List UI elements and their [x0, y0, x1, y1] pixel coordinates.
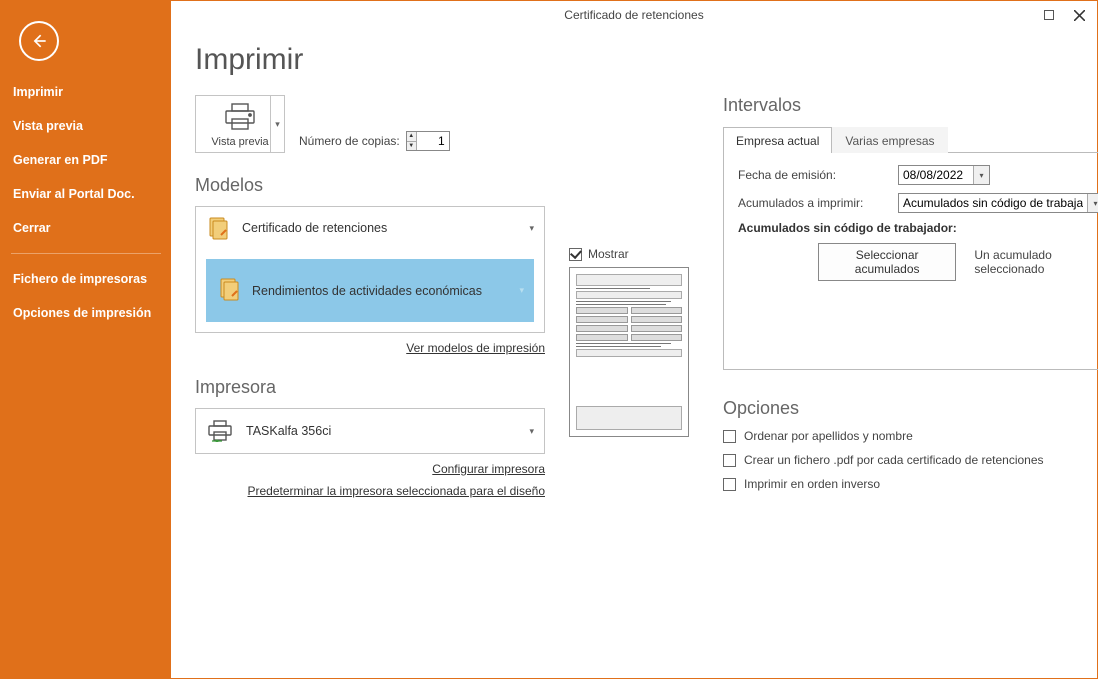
pdf-label: Crear un fichero .pdf por cada certifica…	[744, 453, 1044, 467]
emission-date-input[interactable]: ▾	[898, 165, 990, 185]
left-column: Imprimir Vista previa ▾ Núm	[195, 29, 545, 668]
model-subitem-label: Rendimientos de actividades económicas	[252, 284, 482, 298]
tab-empresa-actual[interactable]: Empresa actual	[723, 127, 832, 153]
pdf-checkbox[interactable]	[723, 454, 736, 467]
document-icon	[206, 215, 232, 241]
accumulated-print-row: Acumulados a imprimir: ▾	[738, 193, 1098, 213]
sidebar: Imprimir Vista previa Generar en PDF Env…	[1, 1, 171, 678]
models-heading: Modelos	[195, 175, 545, 196]
middle-column: Mostrar	[569, 29, 699, 668]
sidebar-item-cerrar[interactable]: Cerrar	[1, 211, 171, 245]
vista-previa-label: Vista previa	[211, 136, 268, 148]
model-item-label: Certificado de retenciones	[242, 221, 387, 235]
accumulated-bold-label: Acumulados sin código de trabajador:	[738, 221, 1098, 235]
select-accumulated-button[interactable]: Seleccionar acumulados	[818, 243, 956, 281]
accumulated-print-value[interactable]	[899, 196, 1087, 210]
accumulated-status: Un acumulado seleccionado	[974, 248, 1098, 276]
printer-icon	[206, 419, 234, 443]
tab-varias-empresas[interactable]: Varias empresas	[832, 127, 947, 153]
sidebar-item-opciones-impresion[interactable]: Opciones de impresión	[1, 296, 171, 330]
intervals-heading: Intervalos	[723, 95, 1098, 116]
mostrar-label: Mostrar	[588, 247, 629, 261]
sidebar-separator	[11, 253, 161, 254]
emission-date-field[interactable]	[899, 168, 973, 182]
emission-date-label: Fecha de emisión:	[738, 168, 888, 182]
chevron-down-icon: ▾	[529, 223, 534, 234]
predeterminar-impresora-link[interactable]: Predeterminar la impresora seleccionada …	[195, 484, 545, 498]
copies-down-icon[interactable]: ▼	[407, 142, 416, 151]
vista-previa-button[interactable]: Vista previa ▾	[195, 95, 285, 153]
inverso-label: Imprimir en orden inverso	[744, 477, 880, 491]
preview-row: Vista previa ▾ Número de copias: ▲ ▼	[195, 95, 545, 153]
emission-date-row: Fecha de emisión: ▾	[738, 165, 1098, 185]
vista-previa-dropdown-icon[interactable]: ▾	[270, 96, 284, 152]
sidebar-item-imprimir[interactable]: Imprimir	[1, 75, 171, 109]
ver-modelos-link[interactable]: Ver modelos de impresión	[195, 341, 545, 355]
copies-field: Número de copias: ▲ ▼	[299, 131, 450, 153]
mostrar-row: Mostrar	[569, 247, 699, 261]
ordenar-checkbox[interactable]	[723, 430, 736, 443]
copies-label: Número de copias:	[299, 134, 400, 148]
inverso-checkbox[interactable]	[723, 478, 736, 491]
sidebar-item-fichero-impresoras[interactable]: Fichero de impresoras	[1, 262, 171, 296]
model-item-certificado[interactable]: Certificado de retenciones ▾	[196, 207, 544, 249]
accumulated-print-label: Acumulados a imprimir:	[738, 196, 888, 210]
sidebar-item-generar-pdf[interactable]: Generar en PDF	[1, 143, 171, 177]
option-row-orden-inverso: Imprimir en orden inverso	[723, 477, 1098, 491]
printer-heading: Impresora	[195, 377, 545, 398]
document-icon	[218, 277, 242, 304]
chevron-down-icon: ▾	[529, 426, 534, 437]
printer-selector[interactable]: TASKalfa 356ci ▾	[195, 408, 545, 454]
ordenar-label: Ordenar por apellidos y nombre	[744, 429, 913, 443]
printer-name: TASKalfa 356ci	[246, 424, 331, 438]
page-title: Imprimir	[195, 43, 545, 77]
model-subitem-rendimientos[interactable]: Rendimientos de actividades económicas ▾	[206, 259, 534, 322]
right-column: Intervalos Empresa actual Varias empresa…	[723, 29, 1098, 668]
models-box: Certificado de retenciones ▾ Rendimiento…	[195, 206, 545, 333]
sidebar-item-enviar-portal[interactable]: Enviar al Portal Doc.	[1, 177, 171, 211]
sidebar-item-vista-previa[interactable]: Vista previa	[1, 109, 171, 143]
options-heading: Opciones	[723, 398, 1098, 419]
accumulated-action-row: Seleccionar acumulados Un acumulado sele…	[738, 243, 1098, 281]
chevron-down-icon[interactable]: ▾	[1087, 194, 1098, 212]
main-area: Imprimir Vista previa ▾ Núm	[171, 1, 1098, 678]
chevron-down-icon: ▾	[519, 285, 524, 296]
option-row-pdf-por-certificado: Crear un fichero .pdf por cada certifica…	[723, 453, 1098, 467]
intervals-tabs: Empresa actual Varias empresas	[723, 126, 1098, 153]
copies-input[interactable]	[417, 132, 449, 150]
mostrar-checkbox[interactable]	[569, 248, 582, 261]
document-thumbnail[interactable]	[569, 267, 689, 437]
configurar-impresora-link[interactable]: Configurar impresora	[195, 462, 545, 476]
printer-icon	[222, 102, 258, 132]
accumulated-print-select[interactable]: ▾	[898, 193, 1098, 213]
copies-stepper[interactable]: ▲ ▼	[406, 131, 450, 151]
back-button[interactable]	[19, 21, 59, 61]
option-row-ordenar: Ordenar por apellidos y nombre	[723, 429, 1098, 443]
calendar-dropdown-icon[interactable]: ▾	[973, 166, 989, 184]
print-dialog-window: Certificado de retenciones Imprimir Vist…	[0, 0, 1098, 679]
copies-up-icon[interactable]: ▲	[407, 132, 416, 142]
tab-panel-empresa-actual: Fecha de emisión: ▾ Acumulados a imprimi…	[723, 153, 1098, 370]
